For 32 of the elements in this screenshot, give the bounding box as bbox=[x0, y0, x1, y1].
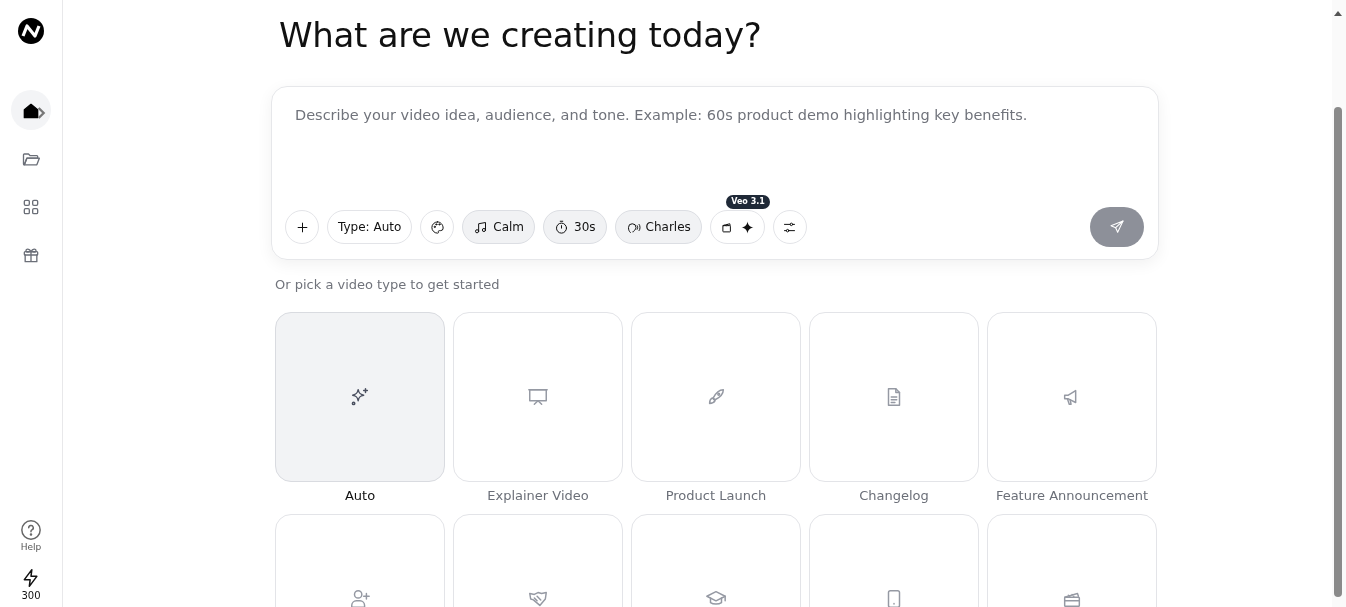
sparkle-icon bbox=[740, 220, 754, 234]
plus-icon bbox=[294, 219, 310, 235]
music-icon bbox=[473, 219, 489, 235]
style-button[interactable] bbox=[420, 210, 455, 244]
page-title: What are we creating today? bbox=[279, 14, 763, 57]
help-label: Help bbox=[20, 540, 42, 554]
sparkles-icon bbox=[349, 385, 371, 408]
scroll-up-icon[interactable] bbox=[1334, 10, 1342, 16]
voice-button[interactable]: Charles bbox=[614, 210, 702, 244]
credits-count: 300 bbox=[21, 589, 41, 603]
scrollbar[interactable] bbox=[1332, 0, 1346, 607]
hint-text: Or pick a video type to get started bbox=[275, 276, 501, 294]
timer-icon bbox=[554, 219, 570, 235]
duration-button[interactable]: 30s bbox=[543, 210, 607, 244]
video-type-label: Explainer Video bbox=[486, 486, 590, 505]
video-type-label: Auto bbox=[343, 486, 377, 505]
music-button[interactable]: Calm bbox=[462, 210, 536, 244]
video-type-label: Product Launch bbox=[664, 486, 768, 505]
palette-icon bbox=[429, 219, 445, 235]
lightning-icon bbox=[21, 568, 41, 588]
send-icon bbox=[1109, 219, 1125, 235]
user-plus-icon bbox=[349, 587, 371, 607]
scrollbar-thumb[interactable] bbox=[1334, 107, 1342, 597]
video-type-label: Changelog bbox=[858, 486, 930, 505]
model-button[interactable] bbox=[709, 210, 765, 244]
video-type-label: Feature Announcement bbox=[994, 486, 1150, 505]
home-button[interactable] bbox=[11, 90, 51, 130]
model-badge: Veo 3.1 bbox=[726, 195, 770, 209]
settings-button[interactable] bbox=[772, 210, 807, 244]
type-button[interactable]: Type: Auto bbox=[327, 210, 413, 244]
help-icon[interactable] bbox=[20, 518, 42, 541]
logo-icon[interactable] bbox=[18, 18, 44, 44]
